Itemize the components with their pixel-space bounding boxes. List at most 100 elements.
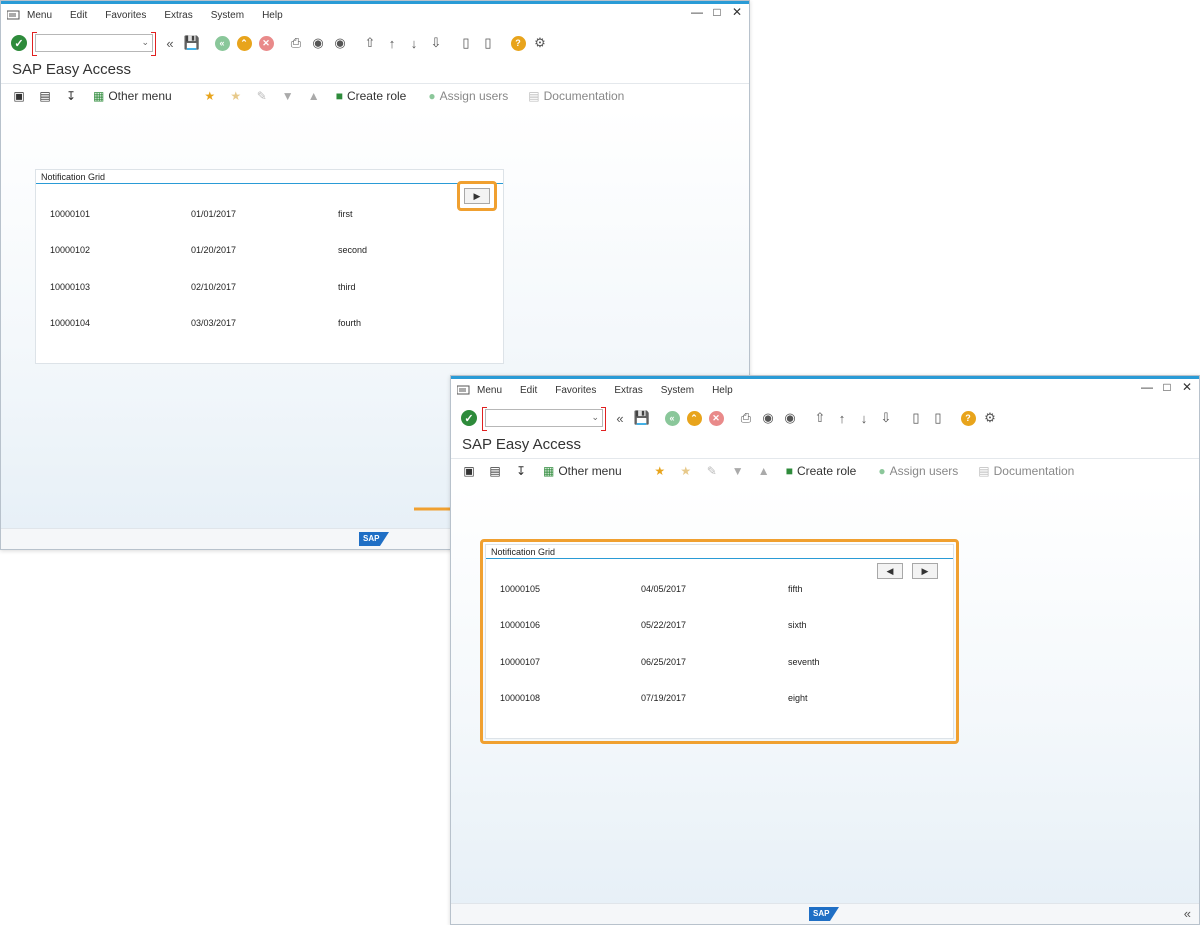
other-menu-button[interactable]: ▦ Other menu	[93, 89, 172, 103]
new-session-icon[interactable]: ▯	[907, 409, 925, 427]
edit-pencil-icon[interactable]: ✎	[704, 463, 720, 479]
document-icon: ▤	[528, 89, 540, 103]
last-page-icon[interactable]: ⇩	[427, 34, 445, 52]
print-icon[interactable]: ⎙	[737, 409, 755, 427]
menu-item-edit[interactable]: Edit	[70, 10, 87, 21]
chevron-down-icon[interactable]: ⌄	[591, 412, 599, 423]
next-page-icon[interactable]: ↓	[405, 34, 423, 52]
enter-icon[interactable]: ✓	[11, 35, 27, 51]
find-icon[interactable]: ◉	[309, 34, 327, 52]
notification-id: 10000103	[50, 282, 91, 292]
menu-item-favorites[interactable]: Favorites	[555, 385, 596, 396]
first-page-icon[interactable]: ⇧	[811, 409, 829, 427]
help-icon[interactable]: ?	[959, 409, 977, 427]
business-workplace-icon[interactable]: ↧	[513, 463, 529, 479]
gear-icon[interactable]: ⚙	[531, 34, 549, 52]
move-down-icon[interactable]: ▼	[280, 88, 296, 104]
print-icon[interactable]: ⎙	[287, 34, 305, 52]
menu-toggle-icon[interactable]	[7, 10, 21, 20]
edit-pencil-icon[interactable]: ✎	[254, 88, 270, 104]
other-menu-button[interactable]: ▦ Other menu	[543, 464, 622, 478]
minimize-icon[interactable]: —	[691, 5, 703, 19]
notification-id: 10000104	[50, 318, 91, 328]
command-field[interactable]: ⌄	[32, 32, 156, 56]
previous-page-icon[interactable]: ↑	[833, 409, 851, 427]
notification-label: third	[338, 282, 356, 292]
command-input[interactable]	[36, 37, 152, 54]
documentation-button[interactable]: ▤ Documentation	[978, 464, 1074, 478]
cancel-icon[interactable]: ✕	[257, 34, 275, 52]
user-menu-icon[interactable]: ▣	[461, 463, 477, 479]
create-role-button[interactable]: ■ Create role	[786, 464, 857, 478]
maximize-icon[interactable]: □	[1161, 380, 1173, 394]
documentation-label: Documentation	[543, 89, 625, 103]
minimize-icon[interactable]: —	[1141, 380, 1153, 394]
assign-users-button[interactable]: ● Assign users	[878, 464, 958, 478]
move-down-icon[interactable]: ▼	[730, 463, 746, 479]
help-icon[interactable]: ?	[509, 34, 527, 52]
move-up-icon[interactable]: ▲	[306, 88, 322, 104]
delete-favorite-icon[interactable]: ★	[228, 88, 244, 104]
command-input[interactable]	[486, 412, 602, 429]
delete-favorite-icon[interactable]: ★	[678, 463, 694, 479]
chevron-down-icon[interactable]: ⌄	[141, 37, 149, 48]
close-icon[interactable]: ✕	[1181, 380, 1193, 394]
menu-item-edit[interactable]: Edit	[520, 385, 537, 396]
menu-item-help[interactable]: Help	[262, 10, 283, 21]
menu-toggle-icon[interactable]	[457, 385, 471, 395]
sap-menu-icon[interactable]: ▤	[487, 463, 503, 479]
create-role-button[interactable]: ■ Create role	[336, 89, 407, 103]
notification-grid: Notification Grid ▶ 10000101 01/01/2017 …	[35, 169, 504, 364]
add-favorite-icon[interactable]: ★	[652, 463, 668, 479]
business-workplace-icon[interactable]: ↧	[63, 88, 79, 104]
notification-label: first	[338, 209, 353, 219]
shortcut-icon[interactable]: ▯	[479, 34, 497, 52]
add-favorite-icon[interactable]: ★	[202, 88, 218, 104]
user-icon: ■	[785, 464, 793, 478]
exit-icon[interactable]: ⌃	[685, 409, 703, 427]
cancel-icon[interactable]: ✕	[707, 409, 725, 427]
sap-menu-icon[interactable]: ▤	[37, 88, 53, 104]
other-menu-label: Other menu	[558, 464, 622, 478]
save-icon[interactable]: 💾	[633, 409, 651, 427]
back-icon[interactable]: «	[213, 34, 231, 52]
notification-id: 10000101	[50, 209, 91, 219]
menu-item-extras[interactable]: Extras	[614, 385, 642, 396]
expand-icon[interactable]: «	[611, 409, 629, 427]
maximize-icon[interactable]: □	[711, 5, 723, 19]
enter-icon[interactable]: ✓	[461, 410, 477, 426]
menu-item-menu[interactable]: Menu	[27, 10, 52, 21]
next-page-icon[interactable]: ↓	[855, 409, 873, 427]
find-next-icon[interactable]: ◉	[781, 409, 799, 427]
assign-users-button[interactable]: ● Assign users	[428, 89, 508, 103]
find-icon[interactable]: ◉	[759, 409, 777, 427]
sap-logo: SAP	[809, 907, 839, 921]
close-icon[interactable]: ✕	[731, 5, 743, 19]
command-field[interactable]: ⌄	[482, 407, 606, 431]
expand-icon[interactable]: «	[161, 34, 179, 52]
menu-bar: Menu Edit Favorites Extras System Help	[451, 380, 1199, 400]
save-icon[interactable]: 💾	[183, 34, 201, 52]
move-up-icon[interactable]: ▲	[756, 463, 772, 479]
notification-label: second	[338, 245, 368, 255]
first-page-icon[interactable]: ⇧	[361, 34, 379, 52]
shortcut-icon[interactable]: ▯	[929, 409, 947, 427]
find-next-icon[interactable]: ◉	[331, 34, 349, 52]
menu-item-extras[interactable]: Extras	[164, 10, 192, 21]
menu-item-help[interactable]: Help	[712, 385, 733, 396]
gear-icon[interactable]: ⚙	[981, 409, 999, 427]
user-menu-icon[interactable]: ▣	[11, 88, 27, 104]
menu-item-system[interactable]: System	[661, 385, 694, 396]
create-role-label: Create role	[796, 464, 857, 478]
previous-page-icon[interactable]: ↑	[383, 34, 401, 52]
documentation-button[interactable]: ▤ Documentation	[528, 89, 624, 103]
table-row: 10000101 01/01/2017 first	[36, 209, 503, 223]
menu-item-menu[interactable]: Menu	[477, 385, 502, 396]
new-session-icon[interactable]: ▯	[457, 34, 475, 52]
collapse-icon[interactable]: «	[1184, 906, 1191, 921]
back-icon[interactable]: «	[663, 409, 681, 427]
menu-item-system[interactable]: System	[211, 10, 244, 21]
last-page-icon[interactable]: ⇩	[877, 409, 895, 427]
menu-item-favorites[interactable]: Favorites	[105, 10, 146, 21]
exit-icon[interactable]: ⌃	[235, 34, 253, 52]
